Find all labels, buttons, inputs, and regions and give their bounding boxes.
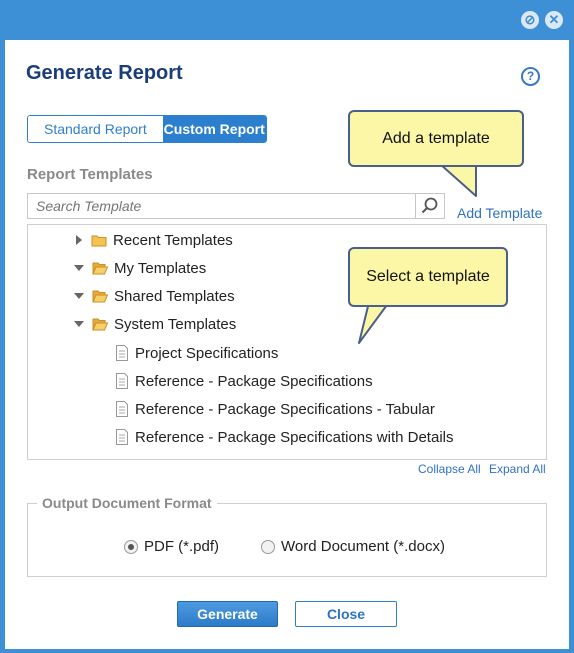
output-format-legend: Output Document Format xyxy=(37,495,217,511)
generate-button[interactable]: Generate xyxy=(177,601,278,627)
open-folder-icon xyxy=(92,262,108,275)
tree-item-template[interactable]: Reference - Package Specifications - Tab… xyxy=(115,398,435,420)
tab-custom-report[interactable]: Custom Report xyxy=(162,116,266,142)
tree-folder-recent[interactable]: Recent Templates xyxy=(76,229,233,251)
search-button[interactable] xyxy=(415,194,444,218)
radio-unselected-icon[interactable] xyxy=(261,539,275,554)
radio-label-pdf: PDF (*.pdf) xyxy=(144,538,220,555)
add-template-callout-text: Add a template xyxy=(382,130,490,147)
expand-arrow-icon[interactable] xyxy=(76,235,82,245)
tree-item-template[interactable]: Reference - Package Specifications xyxy=(115,370,373,392)
help-icon[interactable]: ? xyxy=(521,67,540,86)
document-icon xyxy=(116,373,128,389)
radio-pdf[interactable]: PDF (*.pdf) xyxy=(124,538,219,555)
report-type-toggle: Standard Report Custom Report xyxy=(27,115,267,143)
window-frame: ⊘ ✕ Generate Report ? Standard Report Cu… xyxy=(0,0,574,653)
tree-item-template[interactable]: Project Specifications xyxy=(115,342,278,364)
tree-label: Recent Templates xyxy=(113,231,233,249)
close-button[interactable]: Close xyxy=(295,601,397,627)
expand-all-link[interactable]: Expand All xyxy=(489,462,546,476)
collapse-arrow-icon[interactable] xyxy=(74,265,84,271)
tree-folder-shared[interactable]: Shared Templates xyxy=(74,285,235,307)
minimize-icon[interactable]: ⊘ xyxy=(521,11,539,29)
add-template-link[interactable]: Add Template xyxy=(457,205,542,221)
template-search xyxy=(27,193,445,219)
collapse-all-link[interactable]: Collapse All xyxy=(418,462,481,476)
tree-item-template[interactable]: Reference - Package Specifications with … xyxy=(115,426,454,448)
tree-label: Shared Templates xyxy=(114,287,235,305)
tab-standard-report[interactable]: Standard Report xyxy=(28,116,163,142)
document-icon xyxy=(116,345,128,361)
tree-label: Reference - Package Specifications with … xyxy=(135,428,454,446)
open-folder-icon xyxy=(92,318,108,331)
select-template-callout-text: Select a template xyxy=(366,268,490,285)
open-folder-icon xyxy=(92,290,108,303)
tree-folder-system[interactable]: System Templates xyxy=(74,313,236,335)
tree-label: My Templates xyxy=(114,259,207,277)
collapse-arrow-icon[interactable] xyxy=(74,321,84,327)
select-template-callout: Select a template xyxy=(348,247,508,307)
document-icon xyxy=(116,429,128,445)
report-templates-label: Report Templates xyxy=(27,166,153,183)
tree-label: Reference - Package Specifications - Tab… xyxy=(135,400,435,418)
search-input[interactable] xyxy=(28,194,413,218)
dialog-title: Generate Report xyxy=(26,62,183,84)
close-window-icon[interactable]: ✕ xyxy=(545,11,563,29)
tree-label: Reference - Package Specifications xyxy=(135,372,373,390)
document-icon xyxy=(116,401,128,417)
radio-selected-icon[interactable] xyxy=(124,539,138,554)
folder-icon xyxy=(91,235,107,247)
tree-folder-my[interactable]: My Templates xyxy=(74,257,206,279)
add-template-callout: Add a template xyxy=(348,110,524,167)
search-icon xyxy=(421,197,438,214)
radio-word[interactable]: Word Document (*.docx) xyxy=(261,538,445,555)
collapse-arrow-icon[interactable] xyxy=(74,293,84,299)
radio-label-word: Word Document (*.docx) xyxy=(281,538,445,555)
tree-label: Project Specifications xyxy=(135,344,279,362)
tree-label: System Templates xyxy=(114,315,237,333)
